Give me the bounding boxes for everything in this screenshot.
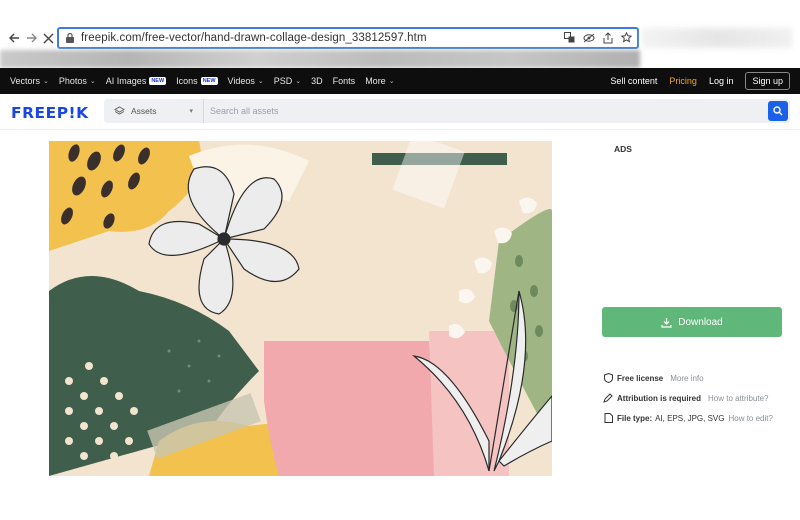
- ads-label: ADS: [614, 144, 632, 154]
- how-to-edit-link[interactable]: How to edit?: [728, 414, 772, 423]
- chevron-down-icon: ⌄: [295, 78, 302, 85]
- attribution-info: Attribution is required How to attribute…: [603, 393, 768, 403]
- back-arrow-icon[interactable]: [6, 30, 22, 46]
- more-info-link[interactable]: More info: [670, 374, 703, 383]
- url-text: freepik.com/free-vector/hand-drawn-colla…: [81, 32, 427, 44]
- chevron-down-icon: ⌄: [43, 78, 49, 85]
- license-info: Free license More info: [603, 373, 704, 383]
- login-link[interactable]: Log in: [709, 76, 734, 86]
- search-input[interactable]: [204, 99, 768, 123]
- search-icon: [773, 106, 783, 116]
- nav-item-icons[interactable]: Icons NEW: [176, 76, 218, 86]
- nav-item-3d[interactable]: 3D: [311, 76, 323, 86]
- assets-dropdown[interactable]: Assets ▾: [104, 99, 204, 123]
- translate-icon[interactable]: [563, 31, 576, 44]
- nav-item-videos[interactable]: Videos ⌄: [228, 76, 264, 86]
- how-to-attribute-link[interactable]: How to attribute?: [708, 394, 768, 403]
- pen-icon: [603, 393, 613, 403]
- extensions-area: [642, 28, 792, 48]
- collage-artwork: [49, 141, 552, 476]
- chevron-down-icon: ⌄: [388, 78, 395, 85]
- address-bar[interactable]: freepik.com/free-vector/hand-drawn-colla…: [57, 27, 639, 49]
- search-button[interactable]: [768, 101, 788, 121]
- resource-preview-image[interactable]: [49, 141, 552, 476]
- nav-item-ai-images[interactable]: AI Images NEW: [106, 76, 167, 86]
- caret-down-icon: ▾: [189, 108, 193, 115]
- bookmark-star-icon[interactable]: [620, 31, 633, 44]
- nav-item-vectors[interactable]: Vectors ⌄: [10, 76, 49, 86]
- search-bar: Assets ▾: [104, 99, 790, 123]
- new-badge: NEW: [149, 77, 167, 85]
- lock-icon: [66, 32, 74, 43]
- sell-content-link[interactable]: Sell content: [610, 76, 657, 86]
- nav-item-more[interactable]: More ⌄: [365, 76, 394, 86]
- new-badge: NEW: [200, 77, 218, 85]
- share-icon[interactable]: [601, 31, 614, 44]
- bookmarks-bar: [0, 50, 640, 68]
- freepik-logo[interactable]: FREEP!K: [11, 104, 89, 122]
- download-button[interactable]: Download: [602, 307, 782, 337]
- signup-button[interactable]: Sign up: [745, 72, 790, 90]
- assets-icon: [114, 105, 125, 115]
- site-header: FREEP!K Assets ▾: [0, 94, 800, 130]
- eye-slash-icon[interactable]: [582, 31, 595, 44]
- nav-item-photos[interactable]: Photos ⌄: [59, 76, 96, 86]
- stop-loading-icon[interactable]: [40, 30, 56, 46]
- chevron-down-icon: ⌄: [89, 78, 96, 85]
- shield-icon: [603, 373, 613, 383]
- pricing-link[interactable]: Pricing: [669, 76, 697, 86]
- forward-arrow-icon[interactable]: [24, 30, 40, 46]
- file-icon: [603, 413, 613, 423]
- nav-item-psd[interactable]: PSD ⌄: [274, 76, 301, 86]
- site-top-nav: Vectors ⌄ Photos ⌄ AI Images NEW Icons NEW V…: [0, 68, 800, 94]
- nav-item-fonts[interactable]: Fonts: [333, 76, 356, 86]
- chevron-down-icon: ⌄: [257, 78, 264, 85]
- download-icon: [661, 317, 672, 328]
- filetype-info: File type: AI, EPS, JPG, SVG How to edit…: [603, 413, 773, 423]
- browser-chrome: freepik.com/free-vector/hand-drawn-colla…: [0, 0, 800, 68]
- filetype-value: AI, EPS, JPG, SVG: [655, 413, 725, 423]
